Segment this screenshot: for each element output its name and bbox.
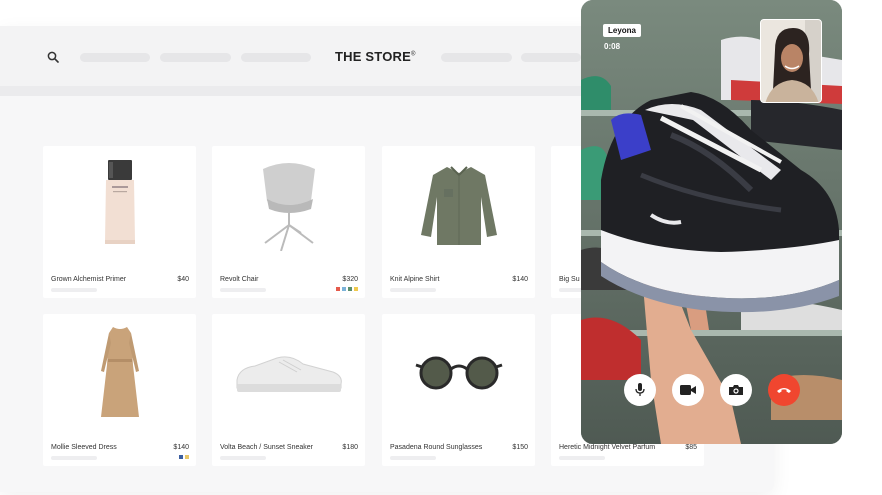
product-subtitle-placeholder bbox=[390, 288, 436, 292]
product-name[interactable]: Grown Alchemist Primer bbox=[51, 276, 126, 283]
color-swatch[interactable] bbox=[185, 455, 189, 459]
toggle-video-button[interactable] bbox=[672, 374, 704, 406]
product-subtitle-placeholder bbox=[51, 288, 97, 292]
store-logo[interactable]: THE STORE® bbox=[335, 49, 416, 64]
product-subtitle-placeholder bbox=[51, 456, 97, 460]
end-call-button[interactable] bbox=[768, 374, 800, 406]
product-price: $85 bbox=[685, 444, 697, 451]
search-icon[interactable] bbox=[47, 51, 59, 63]
microphone-icon bbox=[635, 383, 645, 396]
color-swatches[interactable] bbox=[336, 287, 358, 291]
product-card[interactable]: Pasadena Round Sunglasses $150 bbox=[382, 314, 535, 466]
color-swatch[interactable] bbox=[179, 455, 183, 459]
product-name[interactable]: Revolt Chair bbox=[220, 276, 259, 283]
product-subtitle-placeholder bbox=[559, 456, 605, 460]
product-card[interactable]: Revolt Chair $320 bbox=[212, 146, 365, 298]
nav-link-placeholder[interactable] bbox=[521, 53, 581, 62]
product-name[interactable]: Heretic Midnight Velvet Parfum bbox=[559, 444, 655, 451]
video-call-panel[interactable]: Leyona 0:08 bbox=[581, 0, 842, 444]
app-stage: THE STORE® Grown Alchemist Primer $40 Re… bbox=[0, 0, 882, 495]
product-name[interactable]: Pasadena Round Sunglasses bbox=[390, 444, 482, 451]
product-image-primer-tube bbox=[43, 146, 196, 264]
nav-link-placeholder[interactable] bbox=[241, 53, 311, 62]
color-swatch[interactable] bbox=[336, 287, 340, 291]
caller-name-badge: Leyona bbox=[603, 24, 642, 37]
product-name[interactable]: Knit Alpine Shirt bbox=[390, 276, 439, 283]
product-subtitle-placeholder bbox=[220, 456, 266, 460]
color-swatch[interactable] bbox=[348, 287, 352, 291]
product-price: $140 bbox=[173, 444, 189, 451]
product-subtitle-placeholder bbox=[390, 456, 436, 460]
product-image-shirt bbox=[382, 146, 535, 264]
product-price: $150 bbox=[512, 444, 528, 451]
product-subtitle-placeholder bbox=[220, 288, 266, 292]
product-card[interactable]: Knit Alpine Shirt $140 bbox=[382, 146, 535, 298]
product-price: $140 bbox=[512, 276, 528, 283]
color-swatch[interactable] bbox=[342, 287, 346, 291]
end-call-icon bbox=[777, 388, 791, 393]
color-swatch[interactable] bbox=[354, 287, 358, 291]
product-image-sunglasses bbox=[382, 314, 535, 432]
color-swatches[interactable] bbox=[179, 455, 189, 459]
product-card[interactable]: Volta Beach / Sunset Sneaker $180 bbox=[212, 314, 365, 466]
product-image-sneaker bbox=[212, 314, 365, 432]
product-image-dress bbox=[43, 314, 196, 432]
product-price: $320 bbox=[342, 276, 358, 283]
product-card[interactable]: Grown Alchemist Primer $40 bbox=[43, 146, 196, 298]
switch-camera-button[interactable] bbox=[720, 374, 752, 406]
product-image-chair bbox=[212, 146, 365, 264]
product-name[interactable]: Big Su bbox=[559, 276, 580, 283]
mute-microphone-button[interactable] bbox=[624, 374, 656, 406]
product-price: $40 bbox=[177, 276, 189, 283]
video-camera-icon bbox=[680, 385, 696, 395]
nav-link-placeholder[interactable] bbox=[160, 53, 231, 62]
self-view-video[interactable] bbox=[760, 19, 822, 103]
product-price: $180 bbox=[342, 444, 358, 451]
nav-link-placeholder[interactable] bbox=[441, 53, 512, 62]
product-name[interactable]: Volta Beach / Sunset Sneaker bbox=[220, 444, 313, 451]
call-timer: 0:08 bbox=[604, 42, 621, 51]
switch-camera-icon bbox=[729, 385, 743, 395]
product-name[interactable]: Mollie Sleeved Dress bbox=[51, 444, 117, 451]
nav-link-placeholder[interactable] bbox=[80, 53, 150, 62]
product-card[interactable]: Mollie Sleeved Dress $140 bbox=[43, 314, 196, 466]
